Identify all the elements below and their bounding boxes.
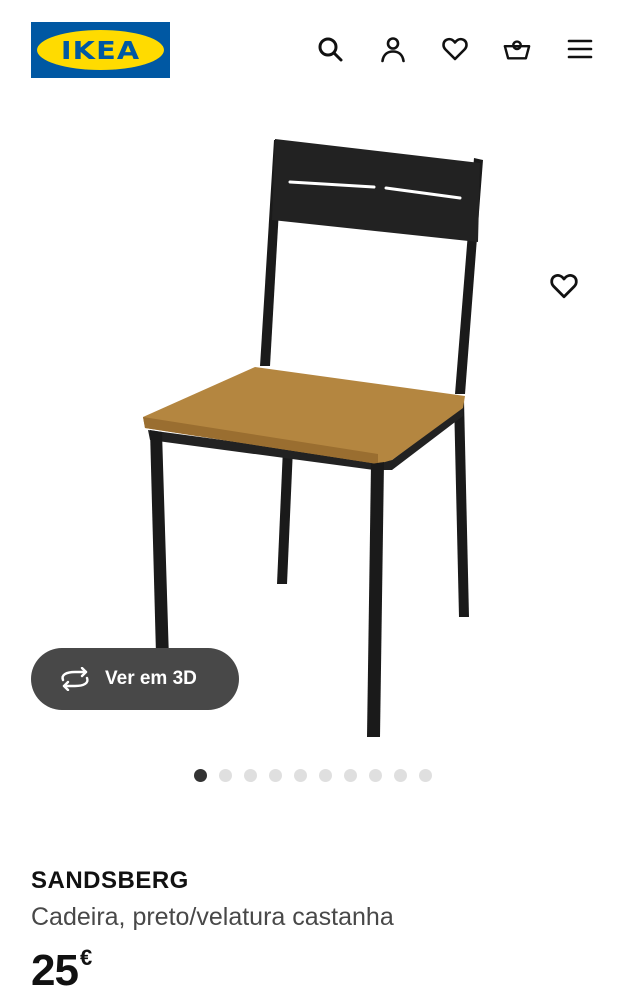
rotate-3d-icon	[61, 667, 89, 691]
product-description: Cadeira, preto/velatura castanha	[31, 903, 394, 931]
ikea-logo[interactable]: IKEA	[31, 22, 170, 78]
gallery-dot-6[interactable]	[319, 769, 332, 782]
price-currency: €	[79, 945, 93, 970]
user-icon[interactable]	[376, 32, 410, 66]
view-in-3d-button[interactable]: Ver em 3D	[31, 648, 239, 710]
price-amount: 25	[31, 946, 79, 995]
heart-outline-icon	[550, 274, 578, 299]
gallery-dot-1[interactable]	[194, 769, 207, 782]
view-in-3d-label: Ver em 3D	[105, 668, 197, 689]
gallery-pagination	[194, 769, 444, 783]
gallery-dot-5[interactable]	[294, 769, 307, 782]
heart-icon[interactable]	[438, 32, 472, 66]
gallery-dot-10[interactable]	[419, 769, 432, 782]
product-price: 25 €	[31, 945, 92, 997]
gallery-dot-4[interactable]	[269, 769, 282, 782]
gallery-dot-2[interactable]	[219, 769, 232, 782]
basket-icon[interactable]	[500, 32, 534, 66]
gallery-dot-7[interactable]	[344, 769, 357, 782]
gallery-dot-9[interactable]	[394, 769, 407, 782]
logo-oval: IKEA	[37, 30, 164, 70]
header: IKEA	[0, 0, 627, 100]
logo-text: IKEA	[60, 35, 141, 65]
gallery-dot-3[interactable]	[244, 769, 257, 782]
search-icon[interactable]	[313, 32, 347, 66]
product-name: SANDSBERG	[31, 867, 189, 894]
gallery-dot-8[interactable]	[369, 769, 382, 782]
add-to-favourites-button[interactable]	[546, 268, 582, 304]
menu-icon[interactable]	[563, 32, 597, 66]
